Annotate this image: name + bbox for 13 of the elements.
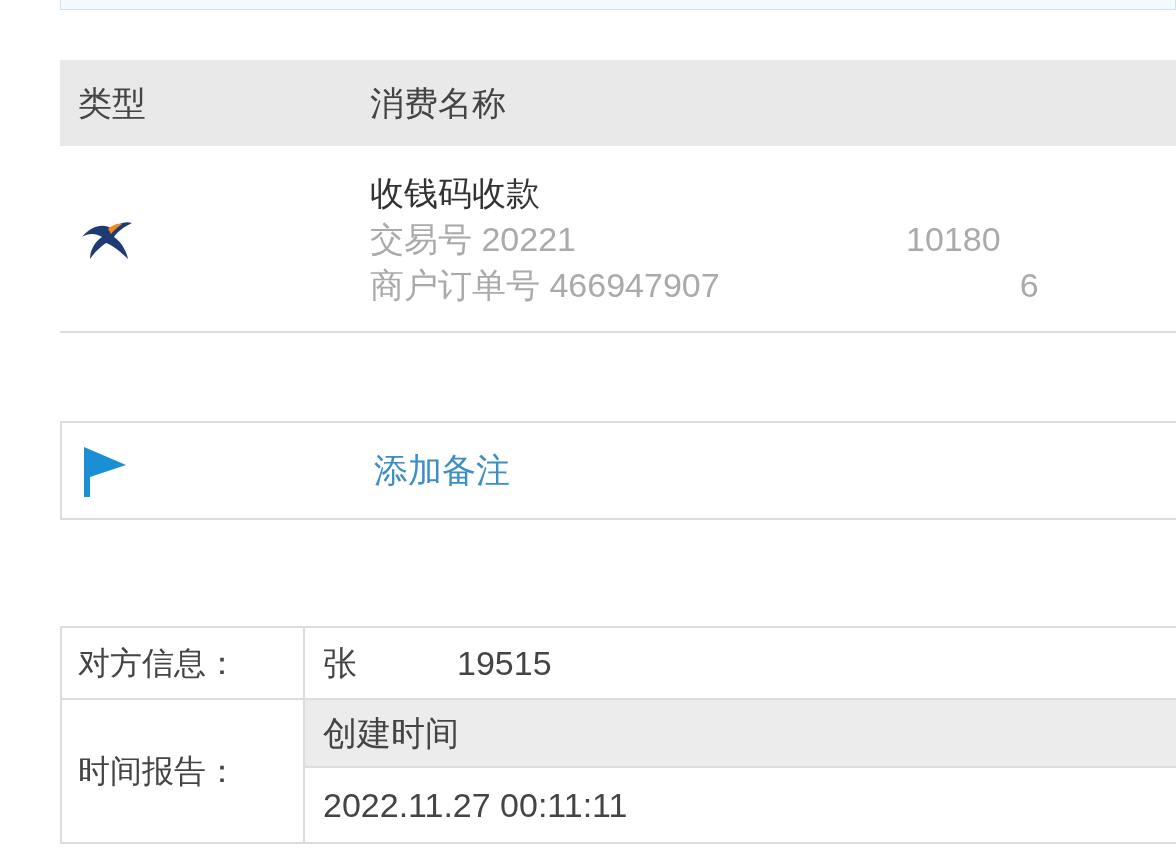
order-number: 商户订单号 466947907 [370,264,720,306]
add-note-link[interactable]: 添加备注 [374,445,510,496]
transaction-name: 收钱码收款 [370,172,541,214]
column-header: 类型 [77,82,147,124]
time-header: 创建时间 [305,700,1176,768]
trade-number: 交易号 20221 [370,218,576,260]
counterparty-name: 张 [323,642,357,684]
column-header: 消费名称 [370,82,506,124]
counterparty-phone: 19515 [457,642,552,684]
created-time: 2022.11.27 00:11:11 [322,784,629,826]
order-number-tail: 6 [1019,264,1039,306]
row-label: 对方信息： [62,628,305,698]
trade-number-tail: 10180 [906,218,1001,260]
